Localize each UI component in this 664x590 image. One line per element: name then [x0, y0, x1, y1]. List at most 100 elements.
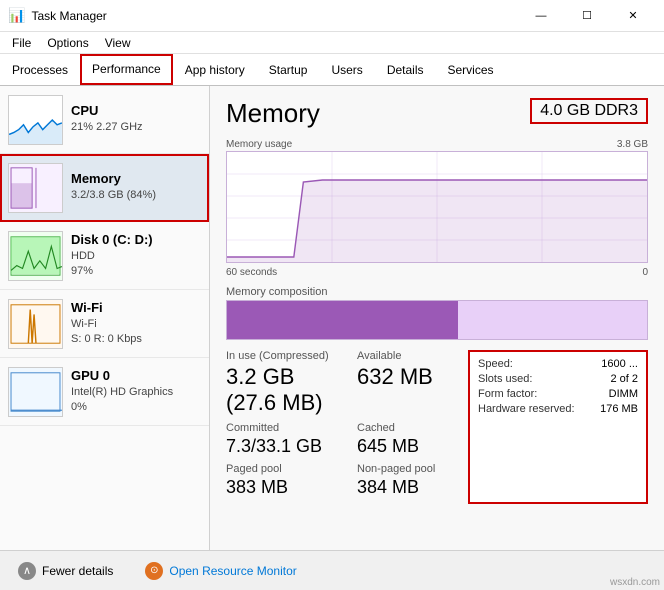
- sidebar-item-memory[interactable]: Memory 3.2/3.8 GB (84%): [0, 154, 209, 222]
- memory-sub: 3.2/3.8 GB (84%): [71, 188, 201, 203]
- stats-row-1: In use (Compressed) 3.2 GB (27.6 MB) Ava…: [226, 350, 468, 416]
- memory-chart-svg: [9, 164, 62, 212]
- disk-info: Disk 0 (C: D:) HDD97%: [71, 232, 201, 280]
- title-bar-title: Task Manager: [31, 9, 106, 23]
- tab-performance[interactable]: Performance: [80, 54, 173, 85]
- gpu-sub: Intel(R) HD Graphics0%: [71, 385, 201, 416]
- slots-value: 2 of 2: [610, 373, 638, 385]
- tab-processes[interactable]: Processes: [0, 54, 80, 85]
- stats-section: In use (Compressed) 3.2 GB (27.6 MB) Ava…: [226, 350, 648, 504]
- in-use-label: In use (Compressed): [226, 350, 337, 362]
- paged-value: 383 MB: [226, 477, 337, 498]
- disk-name: Disk 0 (C: D:): [71, 232, 201, 247]
- sidebar: CPU 21% 2.27 GHz Memory 3.2/3.8 GB (84%): [0, 86, 210, 550]
- menu-view[interactable]: View: [97, 34, 139, 52]
- speed-value: 1600 ...: [601, 358, 638, 370]
- watermark: wsxdn.com: [610, 577, 660, 588]
- tab-services[interactable]: Services: [436, 54, 506, 85]
- open-monitor-link[interactable]: ⊙ Open Resource Monitor: [139, 558, 302, 584]
- panel-title: Memory: [226, 98, 320, 129]
- tab-users[interactable]: Users: [319, 54, 374, 85]
- form-label: Form factor:: [478, 388, 578, 400]
- usage-max: 3.8 GB: [617, 139, 648, 150]
- bottom-bar: ∧ Fewer details ⊙ Open Resource Monitor: [0, 550, 664, 590]
- fewer-details-label: Fewer details: [42, 564, 113, 578]
- info-panel: Speed: 1600 ... Slots used: 2 of 2 Form …: [468, 350, 648, 504]
- memory-usage-svg: [227, 152, 647, 262]
- maximize-button[interactable]: ☐: [564, 0, 610, 32]
- gpu-thumbnail: [8, 367, 63, 417]
- nonpaged-value: 384 MB: [357, 477, 468, 498]
- cached-label: Cached: [357, 422, 468, 434]
- nonpaged-label: Non-paged pool: [357, 463, 468, 475]
- cpu-sub: 21% 2.27 GHz: [71, 120, 201, 135]
- wifi-thumbnail: [8, 299, 63, 349]
- stat-paged: Paged pool 383 MB: [226, 463, 337, 498]
- wifi-sub: Wi-FiS: 0 R: 0 Kbps: [71, 317, 201, 348]
- composition-available: [458, 301, 647, 339]
- cpu-name: CPU: [71, 103, 201, 118]
- title-bar: 📊 Task Manager — ☐ ✕: [0, 0, 664, 32]
- disk-sub: HDD97%: [71, 249, 201, 280]
- monitor-icon: ⊙: [145, 562, 163, 580]
- tab-startup[interactable]: Startup: [257, 54, 320, 85]
- panel-header: Memory 4.0 GB DDR3: [226, 98, 648, 129]
- panel-badge: 4.0 GB DDR3: [530, 98, 648, 124]
- minimize-button[interactable]: —: [518, 0, 564, 32]
- title-bar-controls: — ☐ ✕: [518, 0, 656, 32]
- disk-thumbnail: [8, 231, 63, 281]
- slots-label: Slots used:: [478, 373, 578, 385]
- sidebar-item-cpu[interactable]: CPU 21% 2.27 GHz: [0, 86, 209, 154]
- sidebar-item-disk[interactable]: Disk 0 (C: D:) HDD97%: [0, 222, 209, 290]
- stats-row-2: Committed 7.3/33.1 GB Cached 645 MB: [226, 422, 468, 457]
- cpu-thumbnail: [8, 95, 63, 145]
- composition-chart: [226, 300, 648, 340]
- composition-in-use: [227, 301, 458, 339]
- memory-thumbnail: [8, 163, 63, 213]
- fewer-details-button[interactable]: ∧ Fewer details: [12, 558, 119, 584]
- chevron-up-icon: ∧: [18, 562, 36, 580]
- chart-header: Memory usage 3.8 GB: [226, 139, 648, 150]
- memory-name: Memory: [71, 171, 201, 186]
- title-bar-left: 📊 Task Manager: [8, 7, 107, 24]
- stats-left: In use (Compressed) 3.2 GB (27.6 MB) Ava…: [226, 350, 468, 504]
- tab-details[interactable]: Details: [375, 54, 436, 85]
- info-form: Form factor: DIMM: [478, 388, 638, 400]
- cpu-info: CPU 21% 2.27 GHz: [71, 103, 201, 135]
- menu-options[interactable]: Options: [39, 34, 96, 52]
- available-label: Available: [357, 350, 468, 362]
- wifi-name: Wi-Fi: [71, 300, 201, 315]
- info-speed: Speed: 1600 ...: [478, 358, 638, 370]
- speed-label: Speed:: [478, 358, 578, 370]
- paged-label: Paged pool: [226, 463, 337, 475]
- composition-label: Memory composition: [226, 286, 648, 298]
- stat-in-use: In use (Compressed) 3.2 GB (27.6 MB): [226, 350, 337, 416]
- sidebar-item-gpu[interactable]: GPU 0 Intel(R) HD Graphics0%: [0, 358, 209, 426]
- close-button[interactable]: ✕: [610, 0, 656, 32]
- stat-available: Available 632 MB: [357, 350, 468, 416]
- stat-nonpaged: Non-paged pool 384 MB: [357, 463, 468, 498]
- memory-info: Memory 3.2/3.8 GB (84%): [71, 171, 201, 203]
- stat-cached: Cached 645 MB: [357, 422, 468, 457]
- hwres-value: 176 MB: [600, 403, 638, 415]
- stats-row-3: Paged pool 383 MB Non-paged pool 384 MB: [226, 463, 468, 498]
- time-label: 60 seconds: [226, 267, 277, 278]
- wifi-chart-svg: [9, 300, 62, 348]
- stat-committed: Committed 7.3/33.1 GB: [226, 422, 337, 457]
- wifi-info: Wi-Fi Wi-FiS: 0 R: 0 Kbps: [71, 300, 201, 348]
- in-use-value: 3.2 GB (27.6 MB): [226, 364, 337, 416]
- menu-bar: File Options View: [0, 32, 664, 54]
- tab-apphistory[interactable]: App history: [173, 54, 257, 85]
- sidebar-item-wifi[interactable]: Wi-Fi Wi-FiS: 0 R: 0 Kbps: [0, 290, 209, 358]
- committed-label: Committed: [226, 422, 337, 434]
- tab-bar: Processes Performance App history Startu…: [0, 54, 664, 86]
- committed-value: 7.3/33.1 GB: [226, 436, 337, 457]
- menu-file[interactable]: File: [4, 34, 39, 52]
- info-slots: Slots used: 2 of 2: [478, 373, 638, 385]
- disk-chart-svg: [9, 232, 62, 280]
- gpu-name: GPU 0: [71, 368, 201, 383]
- hwres-label: Hardware reserved:: [478, 403, 578, 415]
- usage-label: Memory usage: [226, 139, 292, 150]
- open-monitor-label: Open Resource Monitor: [169, 564, 296, 578]
- app-icon: 📊: [8, 7, 25, 24]
